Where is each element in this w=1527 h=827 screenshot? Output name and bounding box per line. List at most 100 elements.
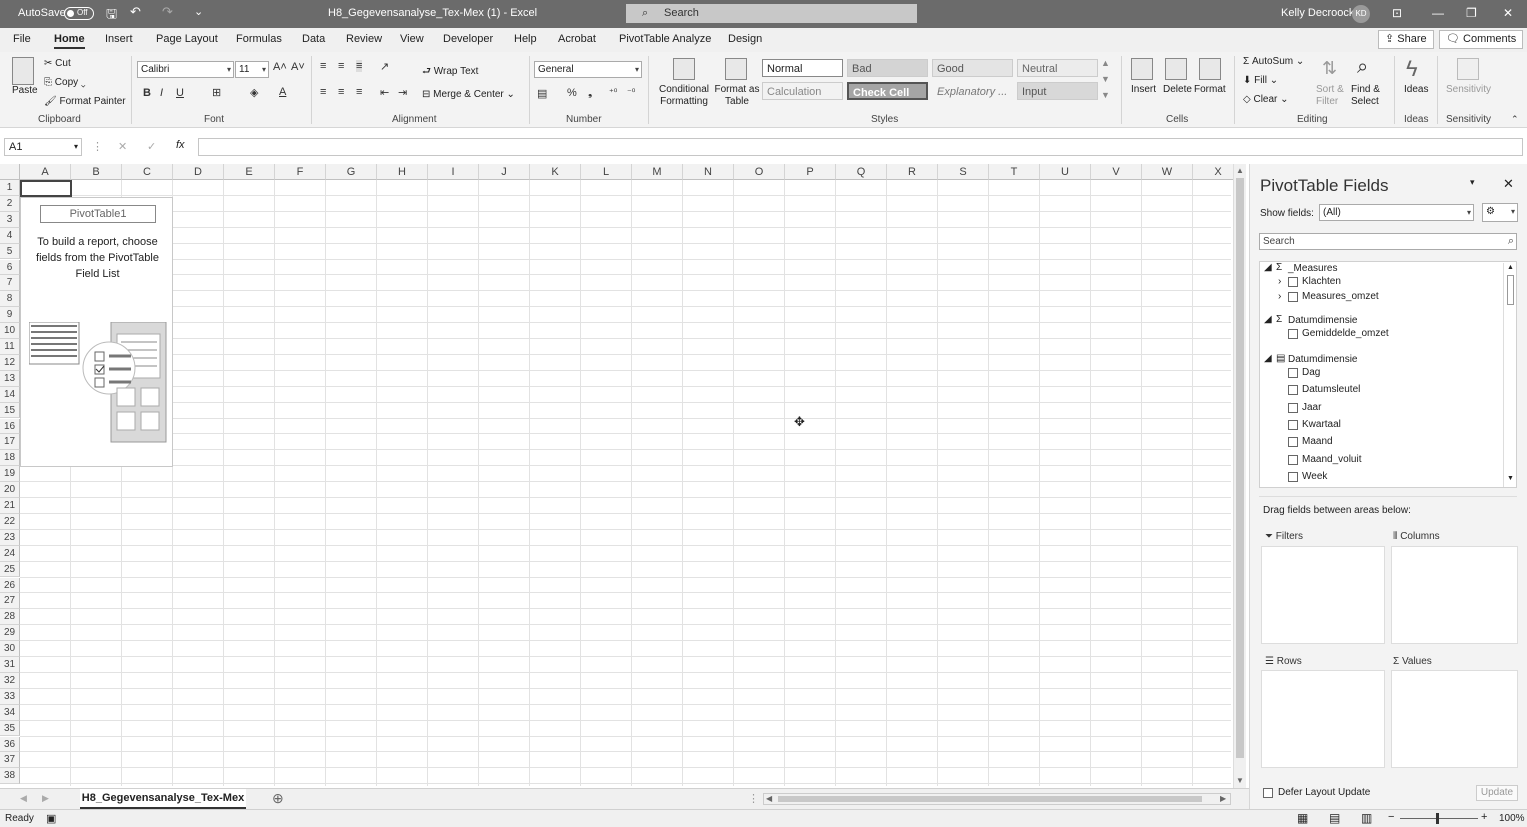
pane-options-icon[interactable]: ▾: [1470, 177, 1475, 188]
minimize-icon[interactable]: —: [1432, 6, 1444, 20]
scroll-up-icon[interactable]: ▲: [1236, 166, 1244, 175]
field-item[interactable]: Klachten: [1302, 276, 1341, 287]
field-list[interactable]: ◢ Σ _Measures › Klachten › Measures_omze…: [1259, 261, 1517, 488]
column-header[interactable]: K: [530, 164, 581, 180]
rows-drop-area[interactable]: [1261, 670, 1385, 768]
tab-review[interactable]: Review: [346, 33, 382, 45]
sort-filter-icon[interactable]: ⇅: [1322, 58, 1337, 79]
column-header[interactable]: T: [989, 164, 1040, 180]
field-list-scrollbar[interactable]: ▲ ▼: [1503, 263, 1516, 487]
search-input[interactable]: ⌕ Search: [626, 4, 917, 23]
row-header[interactable]: 33: [0, 688, 20, 705]
row-header[interactable]: 29: [0, 625, 20, 642]
format-as-table-button[interactable]: Format as Table: [714, 84, 760, 108]
field-checkbox[interactable]: [1288, 292, 1298, 302]
column-header[interactable]: M: [632, 164, 683, 180]
row-header[interactable]: 12: [0, 354, 20, 371]
field-checkbox[interactable]: [1288, 420, 1298, 430]
normal-view-icon[interactable]: ▦: [1297, 811, 1308, 825]
accounting-icon[interactable]: ▤: [537, 87, 547, 100]
row-header[interactable]: 17: [0, 434, 20, 451]
row-header[interactable]: 1: [0, 180, 20, 196]
tab-data[interactable]: Data: [302, 33, 325, 45]
ideas-button[interactable]: Ideas: [1404, 84, 1428, 95]
tab-help[interactable]: Help: [514, 33, 537, 45]
row-header[interactable]: 23: [0, 529, 20, 546]
field-checkbox[interactable]: [1288, 385, 1298, 395]
tab-acrobat[interactable]: Acrobat: [558, 33, 596, 45]
share-button[interactable]: ⇪ Share: [1378, 30, 1434, 49]
macro-record-icon[interactable]: ▣: [46, 812, 56, 825]
column-header[interactable]: V: [1091, 164, 1142, 180]
percent-icon[interactable]: %: [567, 87, 577, 99]
scroll-up-icon[interactable]: ▲: [1507, 264, 1514, 271]
row-header[interactable]: 19: [0, 466, 20, 483]
column-header[interactable]: Q: [836, 164, 887, 180]
show-fields-select[interactable]: (All) ▾: [1319, 204, 1474, 221]
redo-icon[interactable]: ↷: [162, 4, 173, 20]
fill-button[interactable]: ⬇ Fill ⌄: [1243, 75, 1278, 86]
font-name-select[interactable]: Calibri ▾: [137, 61, 234, 78]
column-header[interactable]: U: [1040, 164, 1091, 180]
tab-design[interactable]: Design: [728, 33, 762, 45]
row-header[interactable]: 20: [0, 482, 20, 498]
sort-filter-button[interactable]: Sort & Filter: [1316, 84, 1348, 108]
styles-scroll-down-icon[interactable]: ▼: [1101, 74, 1110, 84]
zoom-level[interactable]: 100%: [1499, 813, 1525, 824]
field-group[interactable]: Datumdimensie: [1288, 315, 1357, 326]
field-item[interactable]: Dag: [1302, 367, 1320, 378]
delete-cells-icon[interactable]: [1165, 58, 1187, 80]
format-as-table-icon[interactable]: [725, 58, 747, 80]
row-header[interactable]: 14: [0, 386, 20, 403]
row-header[interactable]: 7: [0, 275, 20, 292]
decrease-font-icon[interactable]: A˅: [291, 61, 305, 73]
underline-icon[interactable]: U: [176, 87, 184, 99]
field-item[interactable]: Kwartaal: [1302, 419, 1341, 430]
collapse-icon[interactable]: ◢: [1264, 262, 1272, 273]
tab-home[interactable]: Home: [54, 33, 85, 49]
row-header[interactable]: 30: [0, 641, 20, 657]
field-item[interactable]: Maand_voluit: [1302, 454, 1361, 465]
row-header[interactable]: 28: [0, 609, 20, 626]
format-cells-icon[interactable]: [1199, 58, 1221, 80]
row-header[interactable]: 9: [0, 307, 20, 324]
column-header[interactable]: P: [785, 164, 836, 180]
column-header[interactable]: W: [1142, 164, 1193, 180]
column-header[interactable]: D: [173, 164, 224, 180]
formula-input[interactable]: [198, 138, 1523, 156]
undo-icon[interactable]: ↶: [130, 4, 141, 20]
align-right-icon[interactable]: ≡: [356, 86, 362, 98]
find-select-button[interactable]: Find & Select: [1351, 84, 1387, 108]
worksheet-grid[interactable]: ABCDEFGHIJKLMNOPQRSTUVWX 1 2 3 4 5 6 7 8 9 10 11 12…: [0, 164, 1246, 788]
paste-icon[interactable]: [12, 57, 34, 85]
expand-icon[interactable]: ›: [1278, 291, 1281, 302]
align-bottom-icon[interactable]: ≡: [356, 60, 363, 72]
page-break-view-icon[interactable]: ▥: [1361, 811, 1372, 825]
collapse-icon[interactable]: ◢: [1264, 353, 1272, 364]
sensitivity-icon[interactable]: [1457, 58, 1479, 80]
insert-function-icon[interactable]: fx: [176, 139, 185, 151]
scroll-right-icon[interactable]: ▶: [1220, 794, 1226, 803]
fill-color-icon[interactable]: ◈: [250, 86, 258, 99]
field-item[interactable]: Maand: [1302, 436, 1333, 447]
autosave-toggle[interactable]: Off: [64, 7, 94, 20]
tab-pivottable-analyze[interactable]: PivotTable Analyze: [619, 33, 711, 45]
ideas-icon[interactable]: ϟ: [1406, 56, 1418, 82]
row-header[interactable]: 34: [0, 704, 20, 721]
update-button[interactable]: Update: [1476, 785, 1518, 801]
row-header[interactable]: 21: [0, 498, 20, 514]
row-header[interactable]: 35: [0, 720, 20, 737]
copy-button[interactable]: ⎘ Copy ⌄: [44, 77, 86, 88]
scroll-down-icon[interactable]: ▼: [1507, 475, 1514, 482]
style-neutral[interactable]: Neutral: [1017, 59, 1098, 77]
collapse-icon[interactable]: ◢: [1264, 314, 1272, 325]
style-check-cell[interactable]: Check Cell: [847, 82, 928, 100]
delete-cells-button[interactable]: Delete: [1163, 84, 1192, 95]
tab-file[interactable]: File: [13, 33, 31, 45]
add-sheet-icon[interactable]: ⊕: [272, 790, 284, 807]
row-header[interactable]: 4: [0, 227, 20, 244]
columns-drop-area[interactable]: [1391, 546, 1518, 644]
filters-drop-area[interactable]: [1261, 546, 1385, 644]
styles-more-icon[interactable]: ▼: [1101, 90, 1110, 100]
defer-layout-checkbox[interactable]: [1263, 788, 1273, 798]
